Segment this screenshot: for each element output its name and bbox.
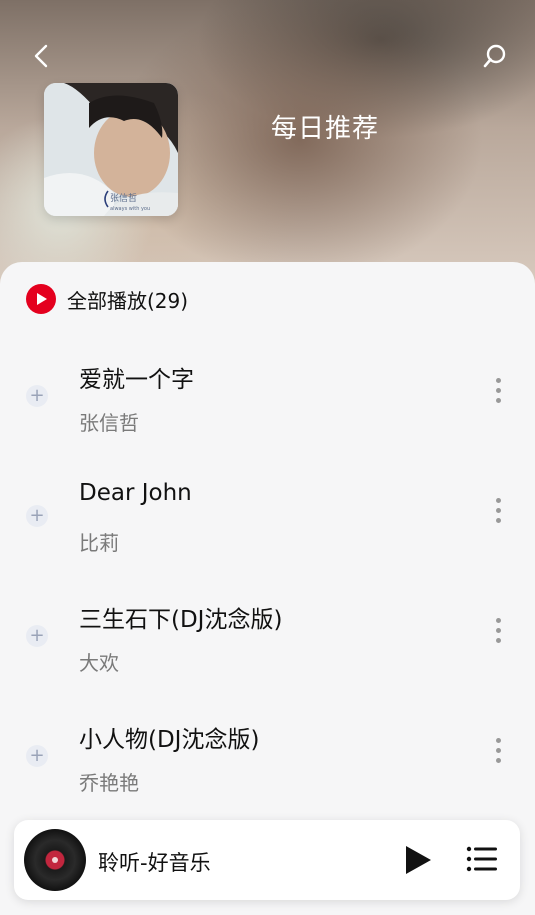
more-vertical-icon[interactable] (488, 738, 508, 770)
plus-icon[interactable]: + (26, 625, 48, 647)
list-item[interactable]: + 爱就一个字 张信哲 (0, 335, 535, 455)
song-title: 三生石下(DJ沈念版) (79, 607, 283, 633)
play-triangle-shape (37, 293, 47, 305)
header-banner: 张信哲 always with you 每日推荐 (0, 0, 535, 285)
cover-art: 张信哲 always with you (44, 83, 178, 216)
list-item[interactable]: + Dear John 比莉 (0, 455, 535, 575)
plus-icon[interactable]: + (26, 505, 48, 527)
song-artist: 大欢 (79, 651, 119, 675)
list-item[interactable]: + 三生石下(DJ沈念版) 大欢 (0, 575, 535, 695)
now-playing-title: 聆听-好音乐 (98, 851, 211, 875)
song-artist: 乔艳艳 (79, 771, 139, 795)
song-title: Dear John (79, 480, 192, 506)
cover-subtext: always with you (110, 206, 150, 212)
plus-icon[interactable]: + (26, 745, 48, 767)
more-vertical-icon[interactable] (488, 618, 508, 650)
play-all-label: 全部播放(29) (67, 288, 189, 313)
play-icon (406, 846, 431, 874)
mini-player-bar[interactable]: 聆听-好音乐 (14, 820, 520, 900)
play-all-button[interactable]: 全部播放(29) (26, 284, 188, 314)
song-title: 小人物(DJ沈念版) (79, 727, 260, 753)
playlist-cover-image: 张信哲 always with you (44, 83, 178, 216)
page-title: 每日推荐 (270, 114, 379, 144)
playlist-icon (466, 846, 497, 872)
search-icon (483, 44, 506, 68)
list-item[interactable]: + 小人物(DJ沈念版) 乔艳艳 (0, 695, 535, 815)
back-button[interactable] (30, 44, 54, 68)
song-artist: 比莉 (79, 531, 119, 555)
play-button[interactable] (404, 845, 432, 875)
song-title: 爱就一个字 (79, 367, 194, 393)
more-vertical-icon[interactable] (488, 378, 508, 410)
song-artist: 张信哲 (79, 411, 139, 435)
playlist-button[interactable] (466, 845, 498, 873)
vinyl-disc-icon[interactable] (24, 829, 86, 891)
back-icon (34, 44, 48, 68)
more-vertical-icon[interactable] (488, 498, 508, 530)
cover-artist-text: 张信哲 (110, 192, 137, 204)
plus-icon[interactable]: + (26, 385, 48, 407)
search-button[interactable] (482, 43, 508, 69)
play-circle-icon (26, 284, 56, 314)
